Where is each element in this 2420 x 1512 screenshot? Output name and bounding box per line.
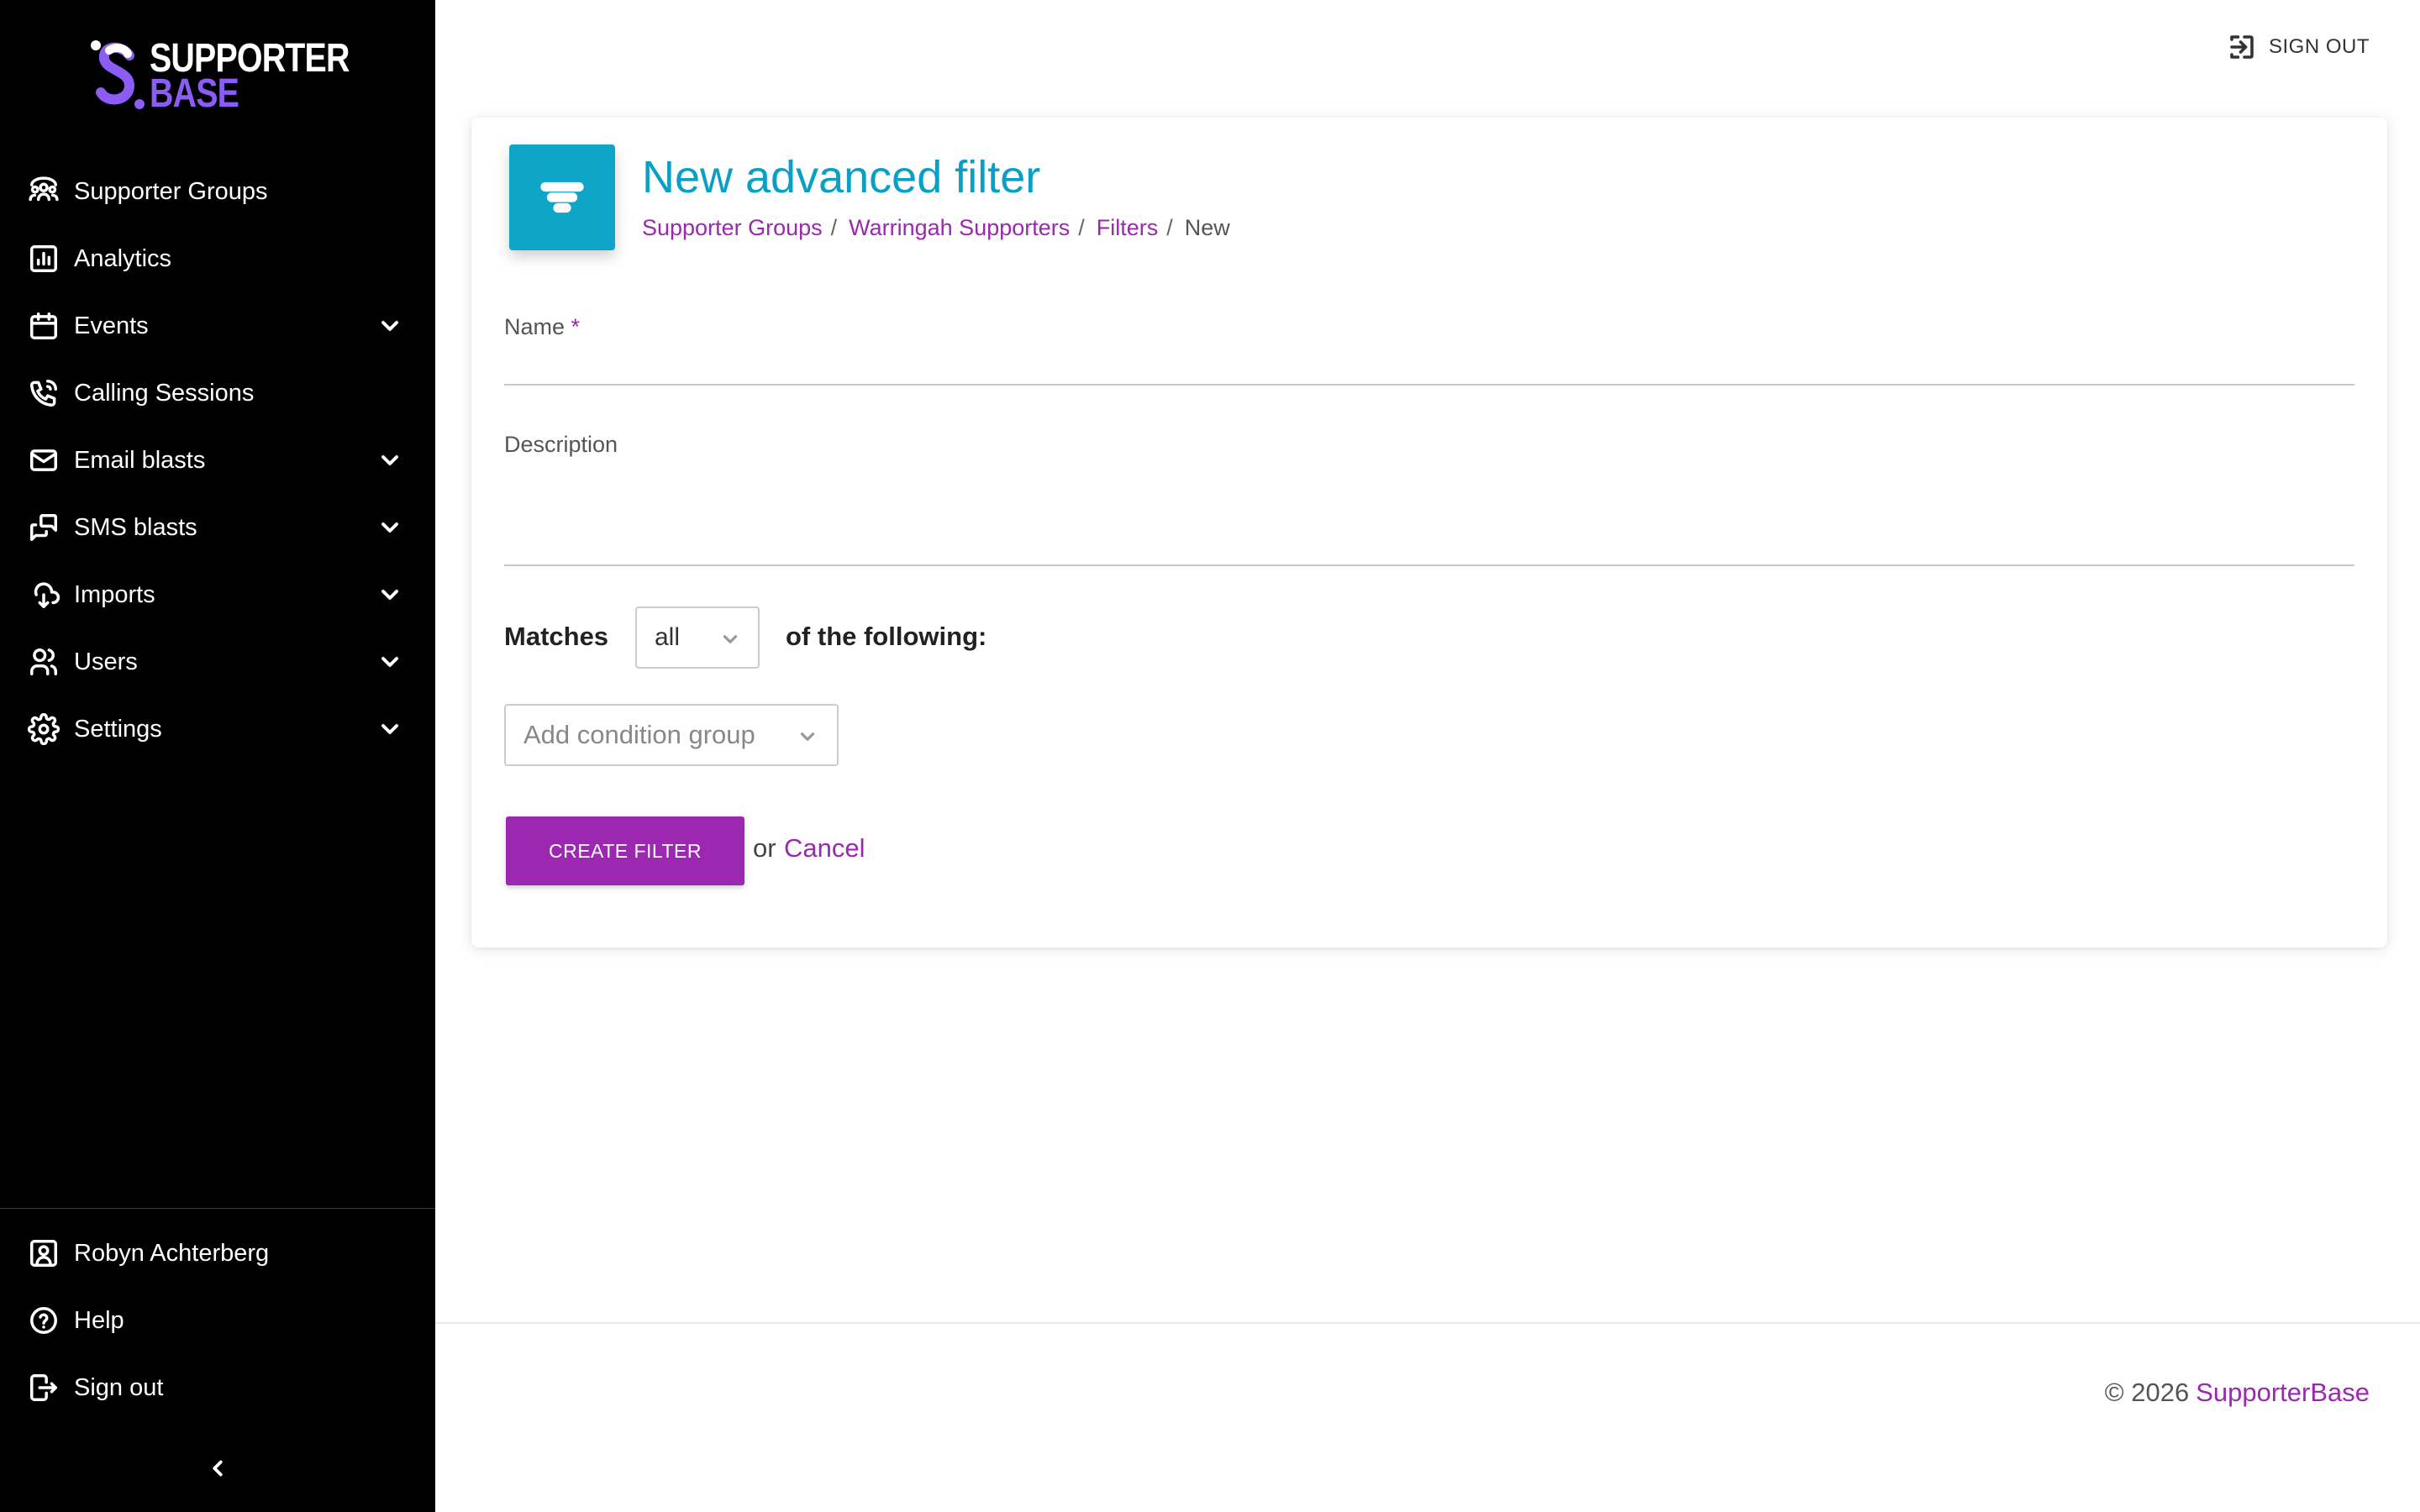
chevron-down-icon[interactable]	[376, 447, 403, 474]
sidebar-divider	[0, 1208, 435, 1209]
sidebar-item-label: Users	[74, 648, 138, 675]
footer-divider	[435, 1322, 2420, 1324]
sidebar-item-label: Supporter Groups	[74, 177, 268, 205]
sidebar-item-help[interactable]: Help	[0, 1287, 435, 1354]
users-icon	[27, 645, 60, 679]
name-label-text: Name	[504, 314, 566, 339]
sidebar-item-imports[interactable]: Imports	[0, 561, 435, 628]
sidebar-item-label: Sign out	[74, 1373, 164, 1401]
sign-out-box-icon	[2230, 35, 2254, 59]
of-the-following-label: of the following:	[786, 622, 987, 651]
required-mark: *	[571, 314, 581, 339]
user-portrait-icon	[27, 1236, 60, 1270]
sidebar-item-label: Imports	[74, 580, 155, 608]
create-filter-button[interactable]: CREATE FILTER	[506, 816, 744, 885]
logo-s-mark	[91, 40, 145, 109]
sidebar-item-label: Events	[74, 312, 149, 339]
filter-icon	[540, 181, 584, 213]
import-icon	[27, 578, 60, 612]
logo-word-base: BASE	[150, 71, 239, 116]
sidebar-item-supporter-groups[interactable]: Supporter Groups	[0, 158, 435, 225]
sidebar-item-email-blasts[interactable]: Email blasts	[0, 427, 435, 494]
condition-group-placeholder: Add condition group	[523, 720, 755, 749]
sidebar-item-label: Robyn Achterberg	[74, 1239, 270, 1267]
sidebar: SUPPORTER BASE Supporter Groups Analytic…	[0, 0, 435, 1512]
description-underline	[504, 564, 2354, 566]
name-input[interactable]	[504, 346, 2354, 383]
chevron-down-icon[interactable]	[376, 514, 403, 541]
description-input[interactable]	[504, 464, 2354, 556]
sidebar-item-label: Settings	[74, 715, 162, 743]
cancel-link[interactable]: Cancel	[784, 833, 865, 864]
breadcrumb-current: New	[1184, 215, 1230, 240]
sidebar-item-events[interactable]: Events	[0, 292, 435, 360]
add-condition-group-select[interactable]: Add condition group	[504, 704, 839, 766]
app-root: SUPPORTER BASE Supporter Groups Analytic…	[0, 0, 2420, 1512]
sidebar-item-analytics[interactable]: Analytics	[0, 225, 435, 292]
sidebar-item-sign-out[interactable]: Sign out	[0, 1354, 435, 1421]
sidebar-item-calling-sessions[interactable]: Calling Sessions	[0, 360, 435, 427]
breadcrumb-supporter-groups[interactable]: Supporter Groups	[642, 215, 823, 241]
sidebar-item-settings[interactable]: Settings	[0, 696, 435, 763]
mail-icon	[27, 444, 60, 477]
top-sign-out-button[interactable]: SIGN OUT	[2227, 32, 2370, 62]
sidebar-account-menu: Robyn Achterberg Help Sign out	[0, 1220, 435, 1421]
sign-out-icon	[27, 1371, 60, 1404]
sidebar-item-users[interactable]: Users	[0, 628, 435, 696]
breadcrumb: Supporter Groups / Warringah Supporters …	[642, 215, 1230, 241]
top-sign-out-label: SIGN OUT	[2268, 35, 2370, 58]
sidebar-item-label: Analytics	[74, 244, 172, 272]
matches-select[interactable]: all	[635, 606, 760, 669]
calendar-icon	[27, 309, 60, 343]
name-underline	[504, 384, 2354, 386]
gear-icon	[27, 712, 60, 746]
matches-label: Matches	[504, 622, 609, 651]
breadcrumb-separator: /	[830, 215, 838, 240]
footer: © 2026 SupporterBase	[2105, 1378, 2370, 1408]
chevron-down-icon[interactable]	[376, 312, 403, 339]
footer-brand-link[interactable]: SupporterBase	[2196, 1378, 2370, 1408]
new-filter-card: New advanced filter Supporter Groups / W…	[471, 118, 2387, 948]
or-text: or	[753, 833, 776, 863]
chevron-down-icon	[800, 732, 815, 741]
sidebar-item-label: Help	[74, 1306, 124, 1334]
name-label: Name *	[504, 314, 580, 340]
copyright-text: © 2026	[2104, 1378, 2190, 1407]
sidebar-item-label: SMS blasts	[74, 513, 197, 541]
breadcrumb-warringah-supporters[interactable]: Warringah Supporters	[849, 215, 1070, 241]
chevron-down-icon[interactable]	[376, 581, 403, 608]
breadcrumb-separator: /	[1166, 215, 1173, 240]
sidebar-item-label: Calling Sessions	[74, 379, 255, 407]
sidebar-item-profile[interactable]: Robyn Achterberg	[0, 1220, 435, 1287]
chevron-left-icon	[213, 1460, 223, 1477]
matches-select-value: all	[655, 623, 681, 651]
supporter-groups-icon	[27, 175, 60, 208]
sidebar-nav: Supporter Groups Analytics Events Callin…	[0, 158, 435, 763]
card-header-icon	[509, 144, 615, 250]
phone-icon	[27, 376, 60, 410]
chevron-down-icon[interactable]	[376, 716, 403, 743]
chevron-down-icon	[723, 635, 738, 643]
analytics-icon	[27, 242, 60, 276]
chevron-down-icon[interactable]	[376, 648, 403, 675]
sidebar-item-label: Email blasts	[74, 446, 206, 474]
description-label: Description	[504, 432, 618, 457]
breadcrumb-filters[interactable]: Filters	[1097, 215, 1159, 241]
page-title: New advanced filter	[642, 152, 1041, 202]
collapse-sidebar-button[interactable]	[201, 1452, 234, 1485]
breadcrumb-separator: /	[1078, 215, 1085, 240]
chat-icon	[27, 511, 60, 544]
sidebar-item-sms-blasts[interactable]: SMS blasts	[0, 494, 435, 561]
help-icon	[27, 1304, 60, 1337]
supporterbase-logo[interactable]: SUPPORTER BASE	[87, 37, 356, 116]
